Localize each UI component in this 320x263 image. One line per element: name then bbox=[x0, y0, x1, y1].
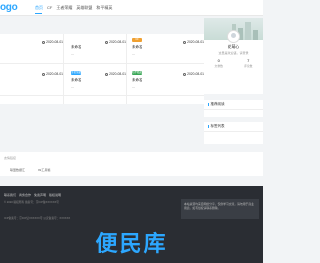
top-nav-bar: ogo 首页 CF 王者荣耀 英雄联盟 和平精英 bbox=[0, 0, 263, 16]
card-title[interactable]: 未命名 bbox=[132, 45, 143, 50]
stat-articles: 0 文章数 bbox=[214, 58, 223, 68]
clock-icon bbox=[105, 40, 109, 44]
card-title[interactable]: 未命名 bbox=[132, 78, 143, 83]
clock-icon bbox=[42, 72, 46, 76]
article-card[interactable]: 2020-08-01 未命名 — bbox=[63, 34, 126, 64]
card-dash: — bbox=[71, 52, 74, 56]
category-badge: CF bbox=[132, 38, 142, 42]
nav-active-indicator bbox=[35, 13, 42, 14]
article-card[interactable]: 2020-08-01 bbox=[0, 34, 63, 64]
footer-link[interactable]: 免责声明 bbox=[34, 193, 46, 197]
footer-link[interactable]: 版权说明 bbox=[49, 193, 61, 197]
clock-icon bbox=[42, 40, 46, 44]
category-badge: 王者荣耀 bbox=[71, 71, 82, 75]
friend-links: 友情链接 联盟数据汇 99工具箱 bbox=[0, 152, 263, 176]
clock-icon bbox=[183, 72, 187, 76]
main-nav: 首页 CF 王者荣耀 英雄联盟 和平精英 bbox=[35, 5, 112, 11]
clock-icon bbox=[105, 72, 109, 76]
footer-link[interactable]: 联系我们 bbox=[4, 193, 16, 197]
user-profile-card: 花萌心 这里是欢迎语，请登录 0 文章数 7 评论数 bbox=[204, 18, 263, 94]
friend-link[interactable]: 联盟数据汇 bbox=[10, 168, 25, 172]
recommended-heading: 推荐阅读 bbox=[204, 100, 263, 110]
footer-links: 联系我们 商务合作 免责声明 版权说明 bbox=[4, 193, 61, 197]
article-card[interactable]: 王者荣耀 2020-08-01 未命名 — bbox=[63, 66, 126, 96]
card-dash: — bbox=[71, 85, 74, 89]
article-card[interactable]: 和平精英 2020-08-01 未命名 — bbox=[126, 66, 204, 96]
footer-link[interactable]: 商务合作 bbox=[19, 193, 31, 197]
friend-links-heading: 友情链接 bbox=[4, 156, 17, 160]
nav-lol[interactable]: 英雄联盟 bbox=[76, 5, 92, 11]
stat-comments: 7 评论数 bbox=[244, 58, 253, 68]
card-date: 2020-08-01 bbox=[42, 40, 63, 44]
article-card[interactable]: CF 2020-08-01 未命名 — bbox=[126, 34, 204, 64]
friend-link[interactable]: 99工具箱 bbox=[38, 168, 50, 172]
card-title[interactable]: 未命名 bbox=[71, 45, 82, 50]
footer-copyright: © 2020 版权所有 备案号：京ICP备XXXXXX号 bbox=[4, 201, 59, 204]
article-card[interactable]: 2020-08-01 bbox=[0, 66, 63, 96]
nav-home[interactable]: 首页 bbox=[35, 5, 43, 11]
profile-subtitle: 这里是欢迎语，请登录 bbox=[218, 51, 249, 55]
card-dash: — bbox=[132, 52, 135, 56]
nav-cf[interactable]: CF bbox=[47, 5, 52, 11]
card-title[interactable]: 未命名 bbox=[71, 78, 82, 83]
site-watermark: 便民库 bbox=[95, 231, 168, 256]
nav-wzry[interactable]: 王者荣耀 bbox=[56, 5, 72, 11]
recommended-box: 推荐阅读 bbox=[204, 100, 263, 117]
card-dash: — bbox=[132, 85, 135, 89]
card-date: 2020-08-01 bbox=[183, 72, 204, 76]
clock-icon bbox=[183, 40, 187, 44]
site-footer: 联系我们 商务合作 免责声明 版权说明 © 2020 版权所有 备案号：京ICP… bbox=[0, 186, 263, 263]
tags-heading: 标签列表 bbox=[204, 122, 263, 132]
footer-notice: 本站资源均来自网络分享，仅供学习交流，请勿用于商业用途。如有侵权请联系删除。 bbox=[181, 199, 259, 219]
nav-hpjy[interactable]: 和平精英 bbox=[96, 5, 112, 11]
profile-stats: 0 文章数 7 评论数 bbox=[204, 58, 263, 68]
card-date: 2020-08-01 bbox=[105, 40, 126, 44]
profile-name: 花萌心 bbox=[227, 45, 240, 49]
card-date: 2020-08-01 bbox=[105, 72, 126, 76]
card-date: 2020-08-01 bbox=[42, 72, 63, 76]
avatar[interactable] bbox=[227, 30, 240, 43]
card-date: 2020-08-01 bbox=[183, 40, 204, 44]
site-logo[interactable]: ogo bbox=[0, 2, 18, 13]
footer-icp: ICP备案号：京ICP证XXXXXX号 公安备案号：XXXXXX bbox=[4, 217, 71, 220]
tags-box: 标签列表 bbox=[204, 122, 263, 144]
category-badge: 和平精英 bbox=[132, 71, 143, 75]
